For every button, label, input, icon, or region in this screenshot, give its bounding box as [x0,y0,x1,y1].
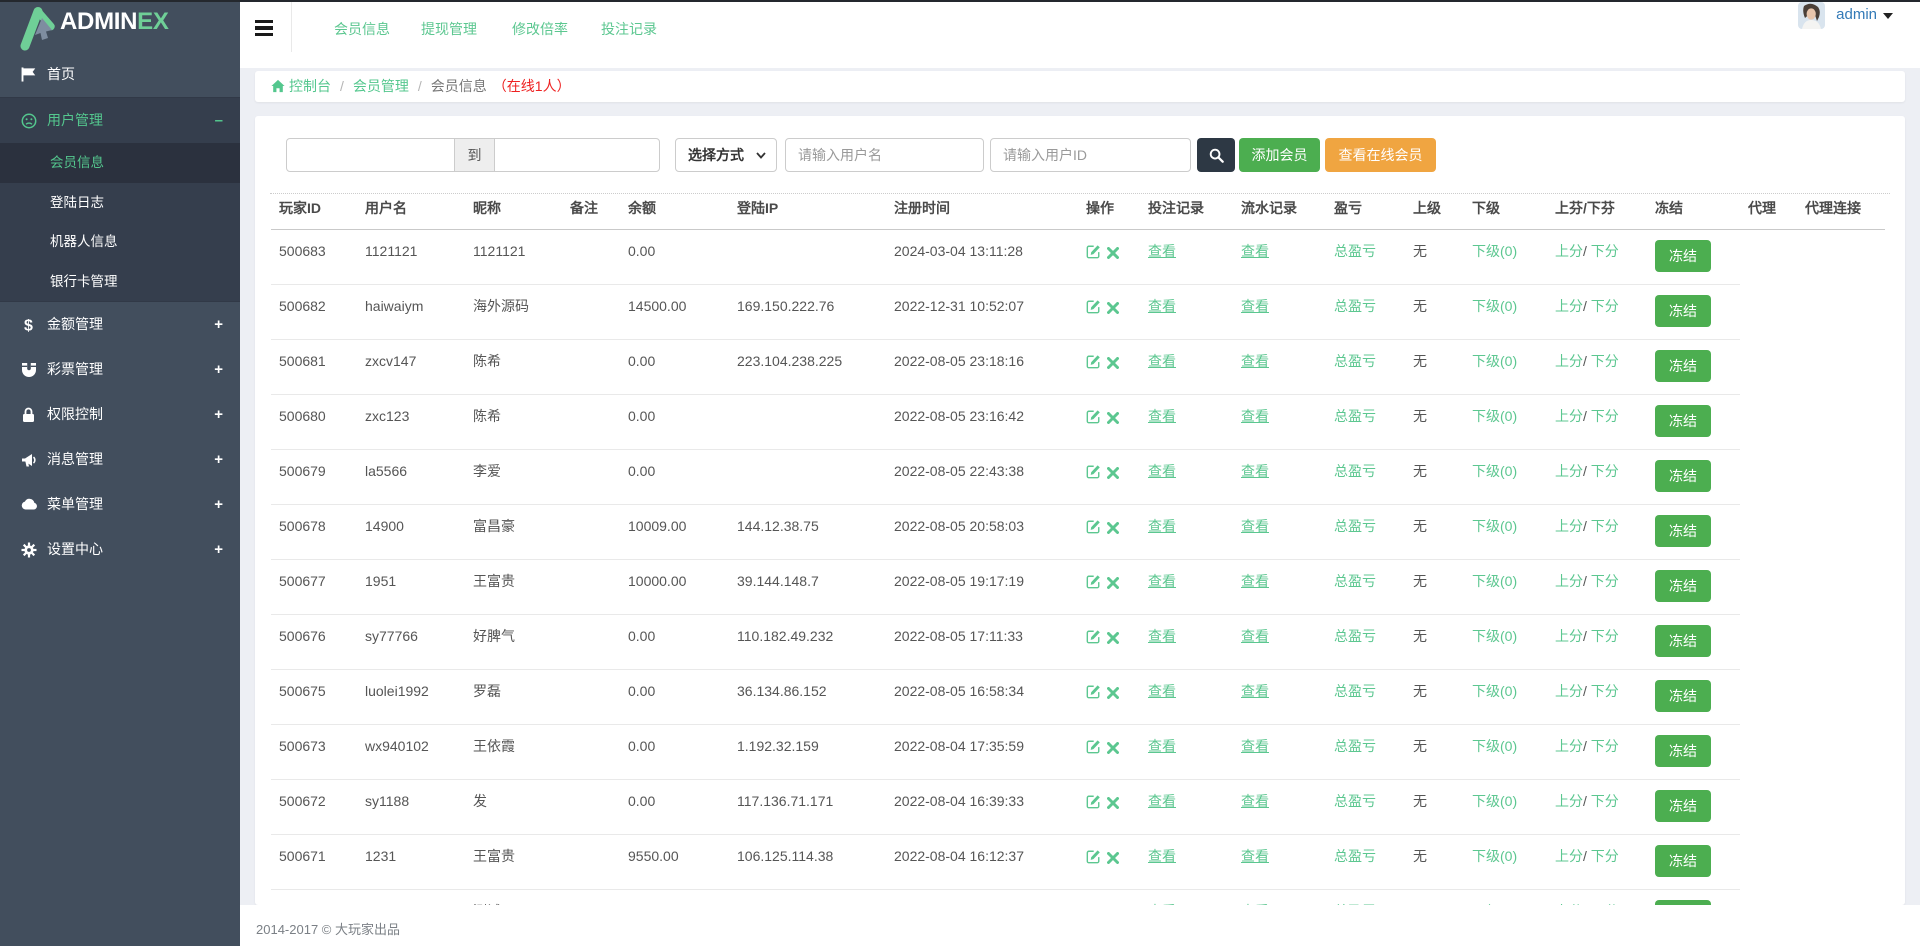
svg-text:$: $ [24,318,33,334]
